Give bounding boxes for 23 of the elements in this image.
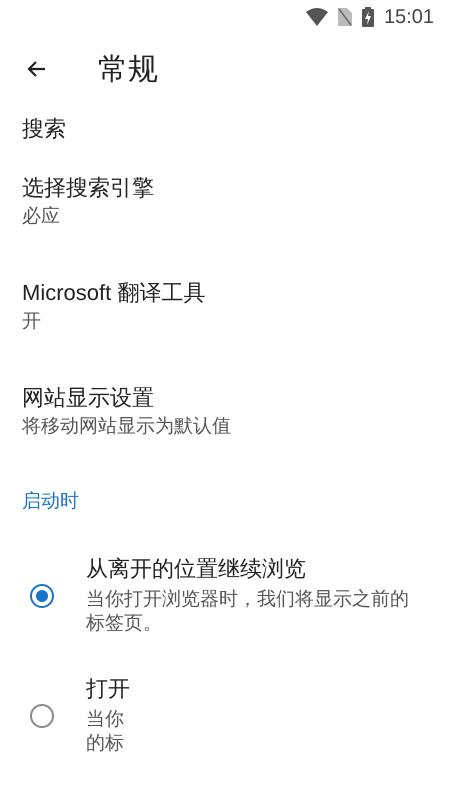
item-title: 网站显示设置 [22, 384, 155, 412]
settings-item[interactable]: 选择搜索引擎 必应 [0, 169, 450, 274]
option-title: 从离开的位置继续浏览 [86, 555, 307, 583]
settings-item[interactable]: Microsoft 翻译工具 开 [0, 274, 450, 379]
item-title: Microsoft 翻译工具 [22, 279, 206, 307]
no-sim-icon [338, 8, 352, 26]
option-title: 打开 [86, 675, 131, 703]
status-time: 15:01 [384, 5, 434, 30]
item-value: 必应 [22, 205, 61, 229]
item-value: 开 [22, 310, 42, 334]
battery-charging-icon [362, 7, 374, 27]
radio-button[interactable] [30, 704, 54, 728]
option-description: 当你 [86, 708, 124, 732]
option-description: 的标 [86, 732, 124, 756]
section-header: 启动时 [21, 490, 80, 514]
settings-item[interactable]: 网站显示设置 将移动网站显示为默认值 [0, 379, 450, 484]
radio-button[interactable] [30, 584, 54, 608]
item-value: 将移动网站显示为默认值 [22, 415, 232, 439]
section-label: 搜索 [22, 115, 67, 143]
wifi-icon [306, 8, 328, 26]
page-title: 常规 [98, 52, 158, 88]
option-description: 当你打开浏览器时，我们将显示之前的标签页。 [86, 588, 410, 636]
item-title: 选择搜索引擎 [22, 174, 155, 202]
